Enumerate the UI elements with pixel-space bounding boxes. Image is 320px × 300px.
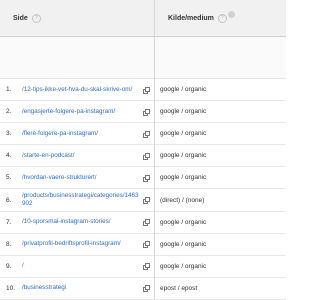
page-path-link[interactable]: /10-sporsmal-instagram-stories/ (22, 212, 140, 233)
page-path-link[interactable]: /flere-folgere-pa-instagram/ (22, 123, 140, 144)
row-number: 3. (6, 130, 12, 138)
page-path-link[interactable]: /privatprofil-bedriftsprofil-instagram/ (22, 234, 140, 255)
row-number: 6. (6, 196, 12, 204)
page-path-link[interactable]: /12-tips-ikke-vet-hva-du-skal-skrive-om/ (22, 79, 140, 100)
column-header-source-medium[interactable]: Kilde/medium ? (155, 0, 286, 36)
row-number: 5. (6, 174, 12, 182)
page-path-link[interactable]: /products/businesstrategi/categories/146… (22, 190, 140, 211)
open-external-icon[interactable] (143, 241, 150, 249)
open-external-icon[interactable] (143, 108, 150, 116)
page-path-link[interactable]: /starte-en-podcast/ (22, 145, 140, 166)
help-icon[interactable]: ? (31, 13, 41, 23)
source-medium-value: google / organic (160, 86, 207, 94)
column-divider (154, 0, 155, 300)
page-path-link[interactable]: / (22, 256, 140, 277)
open-external-icon[interactable] (143, 130, 150, 138)
open-external-icon[interactable] (143, 285, 150, 293)
column-header-page[interactable]: Side ? (0, 0, 154, 36)
table-row: 2. /engasjerte-folgere-pa-instagram/ goo… (0, 101, 286, 124)
source-medium-value: google / organic (160, 130, 207, 138)
row-number: 4. (6, 152, 12, 160)
open-external-icon[interactable] (143, 219, 150, 227)
column-header-page-label: Side (13, 14, 28, 22)
table-row: 10. /businesstrategi epost / epost (0, 278, 286, 300)
column-header-source-label: Kilde/medium (168, 14, 214, 22)
source-medium-value: google / organic (160, 262, 207, 270)
table-header-row: Side ? Kilde/medium ? (0, 0, 286, 37)
table-row: 8. /privatprofil-bedriftsprofil-instagra… (0, 234, 286, 256)
page-path-link[interactable]: /businesstrategi (22, 278, 140, 299)
help-icon[interactable]: ? (217, 13, 227, 23)
row-number: 8. (6, 240, 12, 248)
table-row: 9. / google / organic (0, 256, 286, 278)
table-row: 1. /12-tips-ikke-vet-hva-du-skal-skrive-… (0, 79, 286, 102)
open-external-icon[interactable] (143, 197, 150, 205)
source-medium-value: google / organic (160, 108, 207, 116)
totals-row (0, 37, 286, 79)
analytics-report-table: Side ? Kilde/medium ? 1. /12-tips-ikke-v… (0, 0, 286, 300)
table-row: 7. /10-sporsmal-instagram-stories/ googl… (0, 212, 286, 234)
open-external-icon[interactable] (143, 263, 150, 271)
table-row: 3. /flere-folgere-pa-instagram/ google /… (0, 123, 286, 146)
source-medium-value: google / organic (160, 152, 207, 160)
source-medium-value: epost / epost (160, 284, 198, 292)
page-path-link[interactable]: /hvordan-vaere-strukturert/ (22, 167, 140, 188)
row-number: 1. (6, 86, 12, 94)
row-number: 9. (6, 262, 12, 270)
row-number: 2. (6, 108, 12, 116)
open-external-icon[interactable] (143, 152, 150, 160)
source-medium-value: google / organic (160, 240, 207, 248)
sort-indicator-icon[interactable] (228, 11, 235, 18)
source-medium-value: google / organic (160, 174, 207, 182)
row-number: 7. (6, 218, 12, 226)
table-row: 6. /products/businesstrategi/categories/… (0, 190, 286, 212)
table-row: 4. /starte-en-podcast/ google / organic (0, 145, 286, 168)
row-number: 10. (6, 284, 16, 292)
source-medium-value: (direct) / (none) (160, 196, 205, 204)
source-medium-value: google / organic (160, 218, 207, 226)
open-external-icon[interactable] (143, 86, 150, 94)
open-external-icon[interactable] (143, 174, 150, 182)
page-path-link[interactable]: /engasjerte-folgere-pa-instagram/ (22, 101, 140, 122)
table-row: 5. /hvordan-vaere-strukturert/ google / … (0, 167, 286, 190)
